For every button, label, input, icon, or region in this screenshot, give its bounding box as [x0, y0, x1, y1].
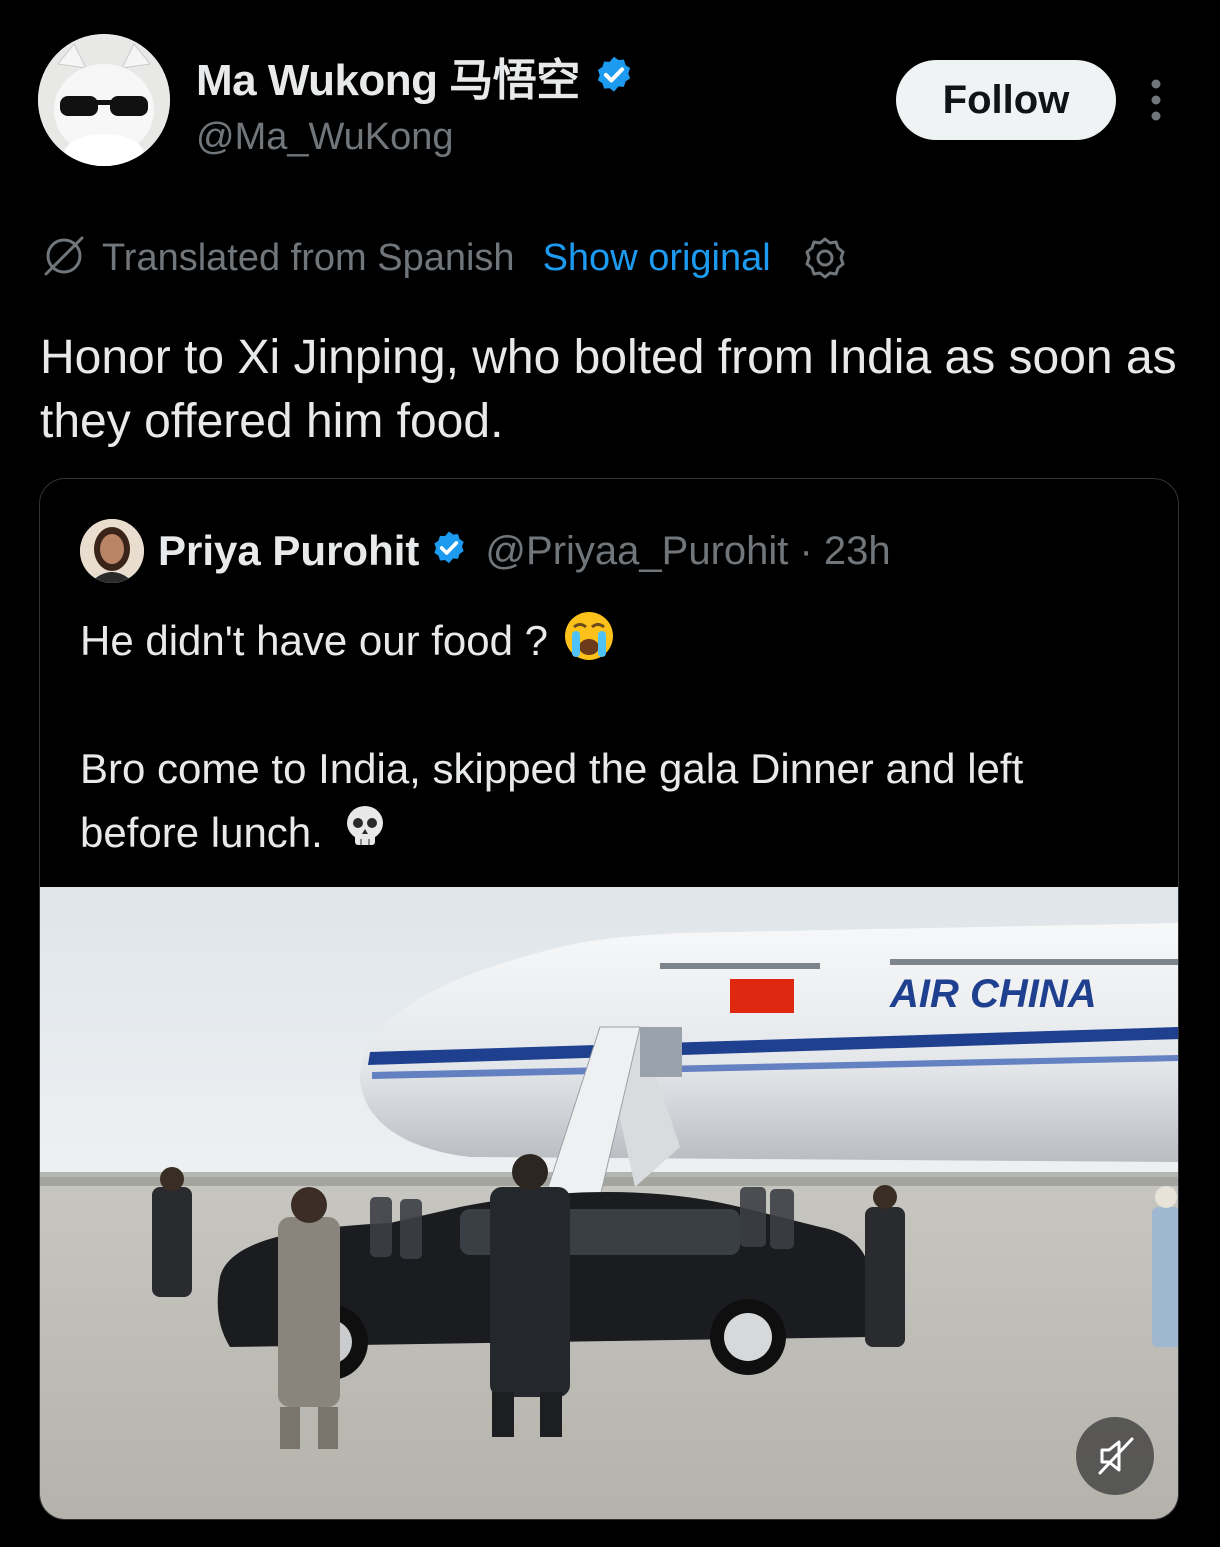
quoted-display-name[interactable]: Priya Purohit [158, 527, 419, 575]
author-avatar[interactable] [38, 34, 170, 166]
airline-livery-text: AIR CHINA [889, 972, 1097, 1016]
verified-badge-icon [592, 54, 636, 98]
translate-icon [40, 232, 88, 285]
quoted-text-line2: Bro come to India, skipped the gala Dinn… [80, 737, 1140, 869]
video-media[interactable]: AIR CHINA [40, 887, 1178, 1519]
mute-toggle-button[interactable] [1076, 1417, 1154, 1495]
speaker-muted-icon [1098, 1437, 1134, 1475]
author-name-row: Ma Wukong 马悟空 [196, 44, 636, 108]
skull-emoji-icon [341, 803, 389, 869]
author-display-name[interactable]: Ma Wukong 马悟空 [196, 44, 580, 108]
quoted-header: Priya Purohit @Priyaa_Purohit · 23h [158, 523, 891, 579]
translated-label: Translated from Spanish [102, 236, 515, 279]
translation-bar: Translated from Spanish Show original [40, 230, 849, 286]
show-original-link[interactable]: Show original [543, 237, 771, 280]
crying-face-emoji-icon [562, 609, 616, 673]
quoted-tweet[interactable]: Priya Purohit @Priyaa_Purohit · 23h He d… [39, 478, 1179, 1520]
quoted-text-line1: He didn't have our food ? [80, 617, 549, 664]
follow-button[interactable]: Follow [896, 60, 1116, 140]
quoted-handle-time[interactable]: @Priyaa_Purohit · 23h [485, 529, 890, 574]
gear-icon[interactable] [801, 234, 849, 282]
quoted-text-line2-text: Bro come to India, skipped the gala Dinn… [80, 745, 1024, 856]
quoted-text-line1-row: He didn't have our food ? [80, 609, 616, 673]
tweet-text: Honor to Xi Jinping, who bolted from Ind… [40, 331, 1177, 448]
verified-badge-icon [429, 529, 469, 574]
quoted-author-avatar[interactable] [80, 519, 144, 583]
author-handle[interactable]: @Ma_WuKong [196, 116, 454, 159]
more-options-icon[interactable] [1140, 76, 1172, 124]
